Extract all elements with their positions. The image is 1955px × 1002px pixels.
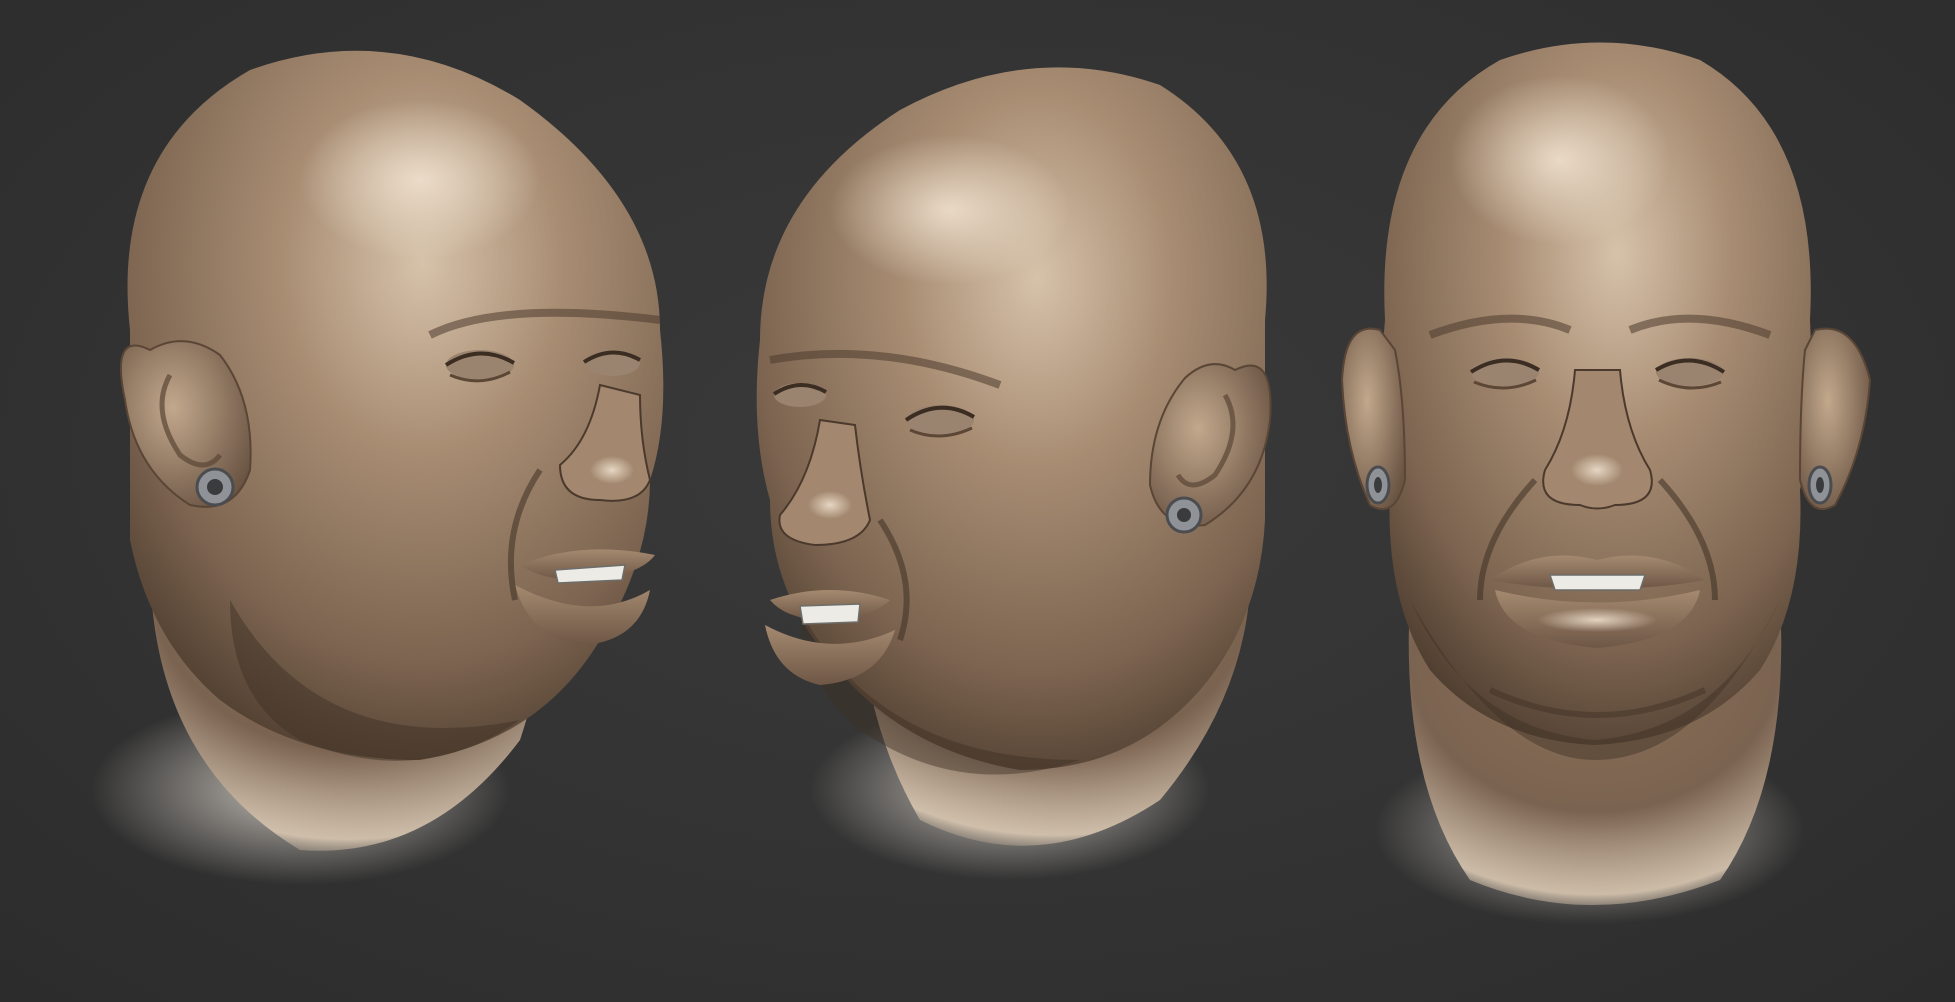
nose-highlight bbox=[1571, 454, 1623, 486]
skull-highlight bbox=[300, 100, 540, 260]
earring-gauge bbox=[1165, 496, 1203, 534]
head-render-front bbox=[1340, 42, 1872, 925]
eye-right bbox=[904, 405, 976, 438]
earring-gauge-left bbox=[1365, 465, 1391, 505]
eye-right bbox=[1654, 358, 1726, 390]
skull-highlight bbox=[1450, 75, 1670, 245]
nose-highlight bbox=[590, 456, 634, 484]
sculpt-render-viewport bbox=[0, 0, 1955, 1002]
nose-highlight bbox=[808, 491, 852, 519]
eye-right bbox=[582, 350, 641, 376]
lip-highlight bbox=[1537, 608, 1657, 632]
teeth bbox=[1548, 574, 1647, 591]
eye-left bbox=[1469, 358, 1541, 390]
head-render-three-quarter-right bbox=[90, 50, 664, 885]
render-canvas bbox=[90, 42, 1872, 925]
eye-left bbox=[444, 350, 516, 383]
head-render-three-quarter-left bbox=[756, 67, 1272, 880]
earring-gauge-right bbox=[1807, 465, 1833, 505]
skull-highlight bbox=[830, 135, 1070, 285]
earring-gauge bbox=[195, 467, 235, 507]
teeth bbox=[799, 603, 861, 625]
eye-left bbox=[772, 383, 827, 407]
